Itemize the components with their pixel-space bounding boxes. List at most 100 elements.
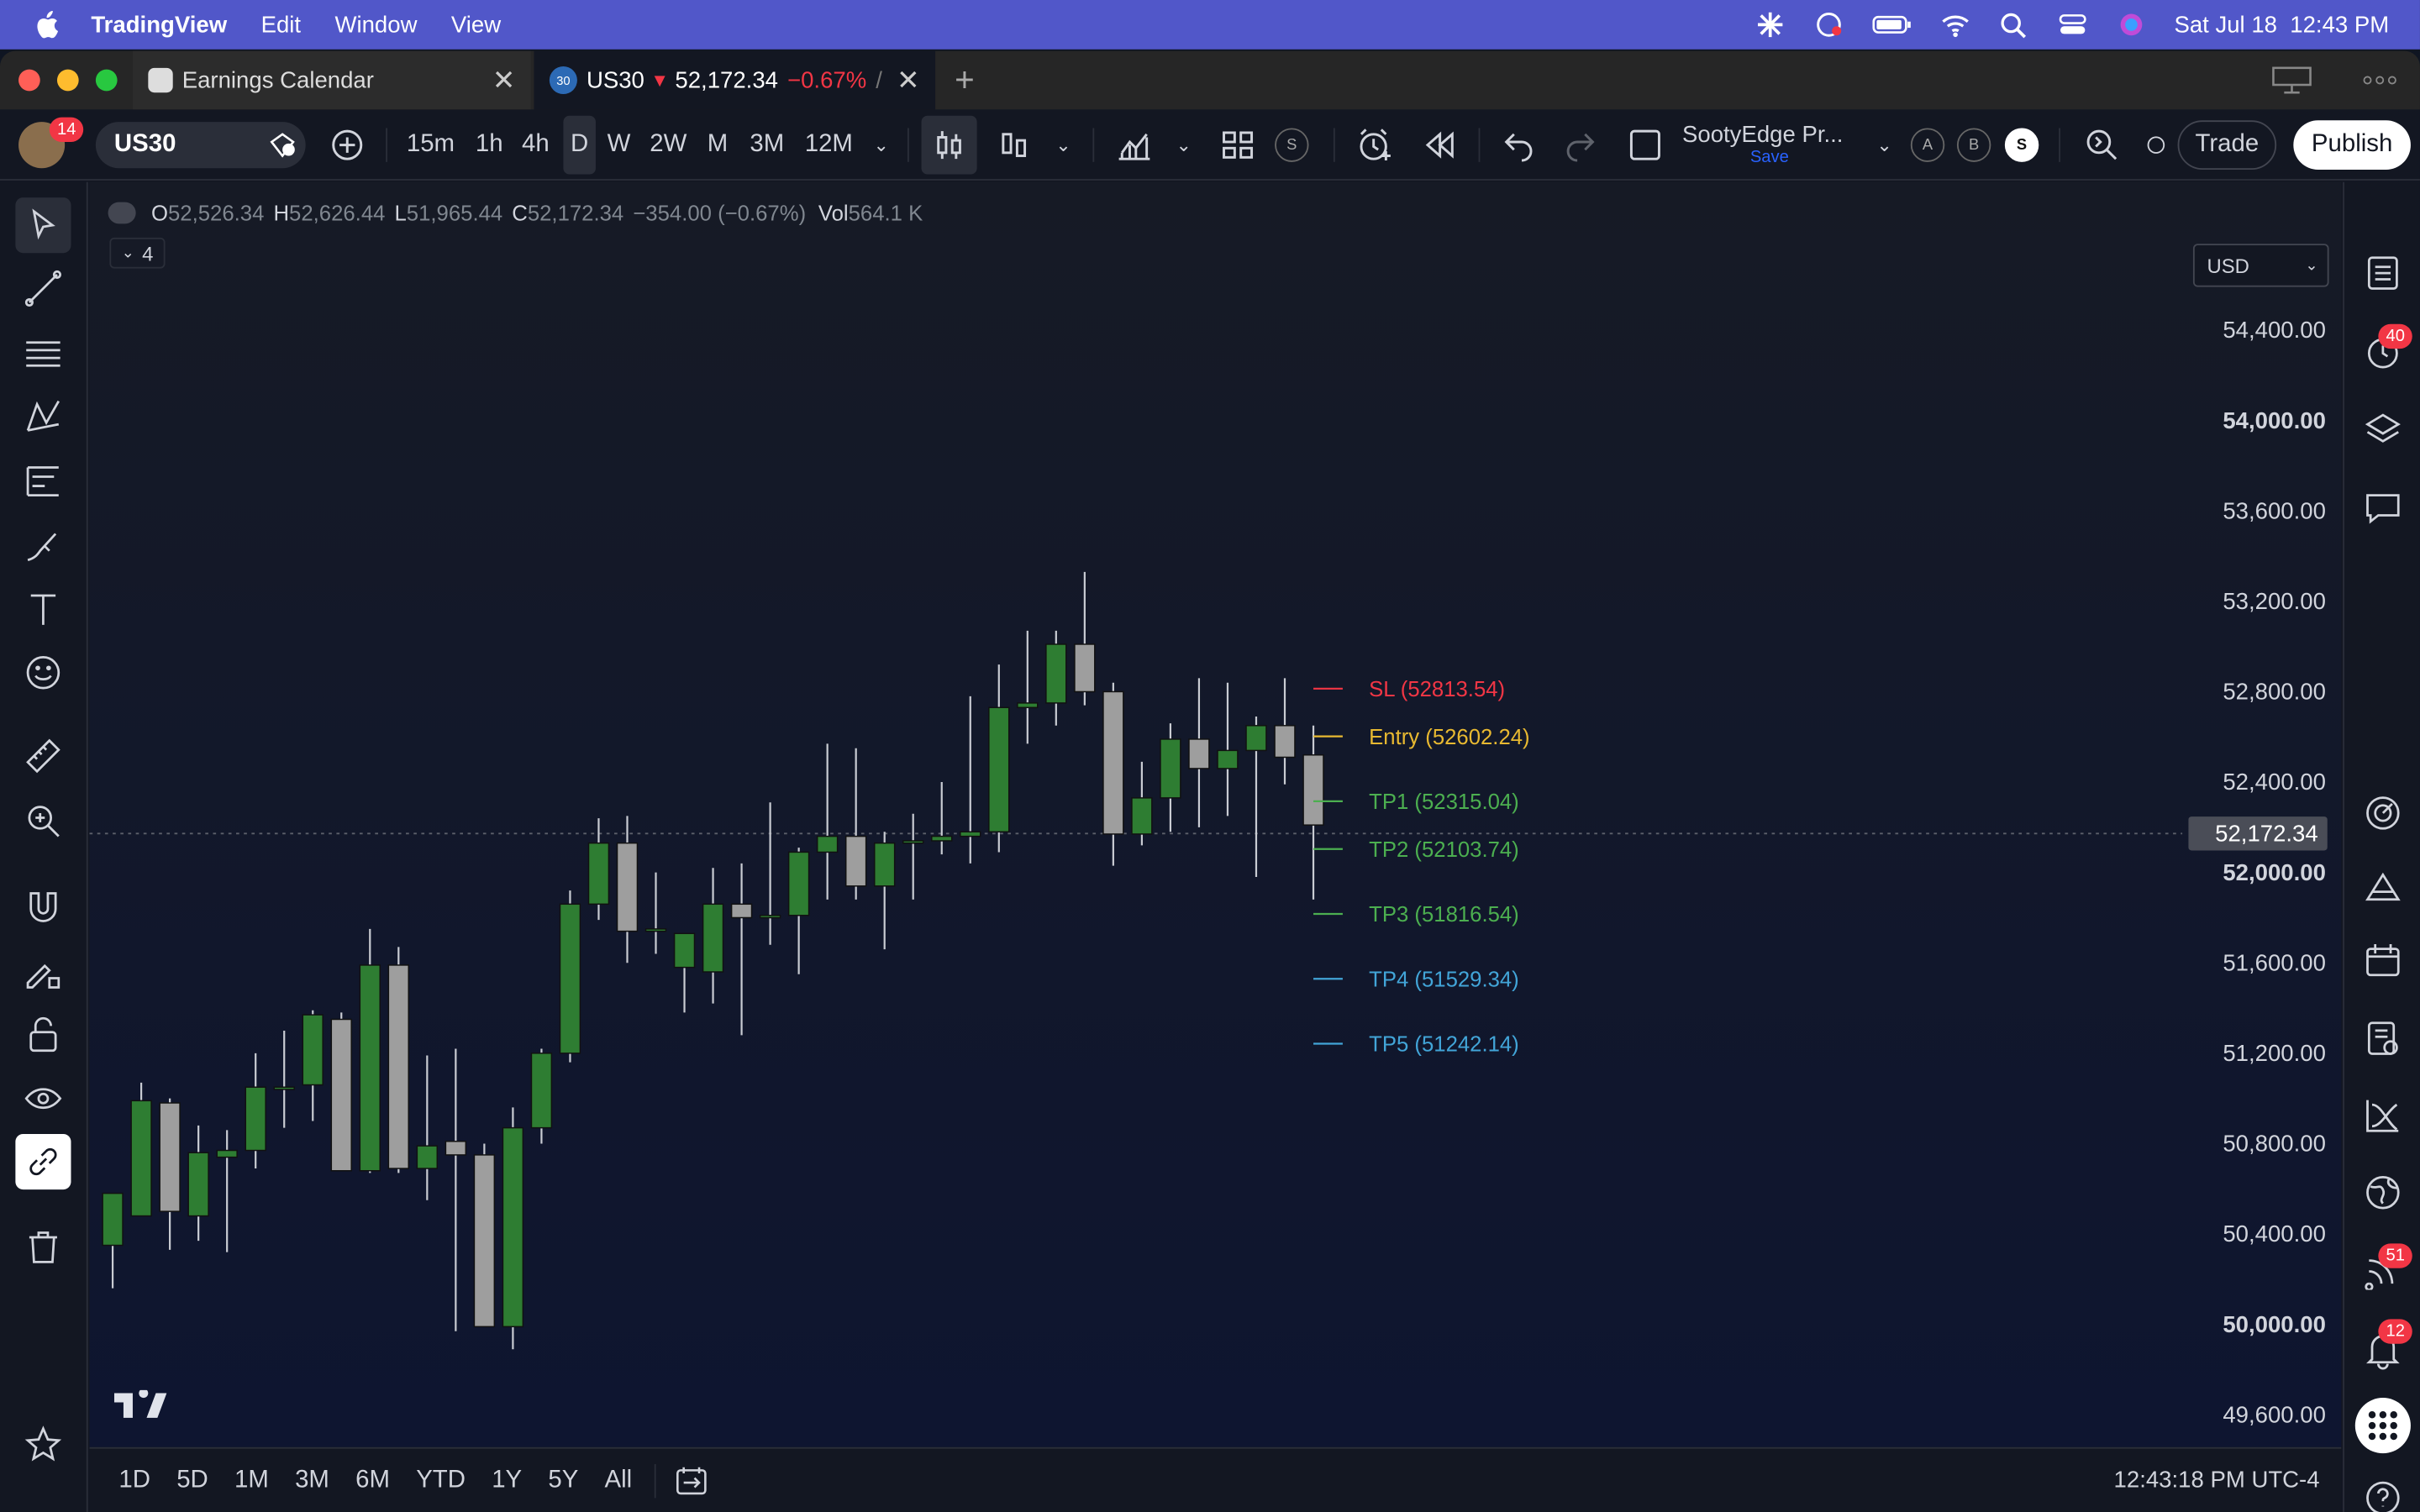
- wifi-icon[interactable]: [1939, 11, 1970, 39]
- more-options-icon[interactable]: [2361, 66, 2398, 94]
- range-1y[interactable]: 1Y: [492, 1467, 522, 1494]
- range-1d[interactable]: 1D: [118, 1467, 150, 1494]
- undo-button[interactable]: [1497, 109, 1540, 180]
- redo-button[interactable]: [1559, 109, 1602, 180]
- interval-w[interactable]: W: [602, 109, 635, 180]
- object-tree-button[interactable]: [2360, 406, 2406, 452]
- candles-chart-type-button[interactable]: [921, 115, 977, 175]
- interval-2w[interactable]: 2W: [645, 109, 692, 180]
- close-tab-icon[interactable]: ✕: [897, 64, 920, 97]
- dock-panel-icon[interactable]: [2272, 66, 2312, 94]
- lock-tool[interactable]: [15, 1007, 71, 1063]
- globe-button[interactable]: [2360, 1169, 2406, 1215]
- trendline-tool[interactable]: [15, 260, 71, 316]
- interval-3m[interactable]: 3M: [744, 109, 790, 180]
- chat-button[interactable]: [2360, 485, 2406, 531]
- watchlist-button[interactable]: [2360, 250, 2406, 297]
- interval-15m[interactable]: 15m: [404, 109, 456, 180]
- legend-collapse-icon[interactable]: [108, 202, 136, 224]
- search-icon[interactable]: [1998, 11, 2029, 39]
- range-5d[interactable]: 5D: [176, 1467, 208, 1494]
- emoji-tool[interactable]: [15, 645, 71, 701]
- new-tab-button[interactable]: +: [944, 51, 985, 110]
- range-ytd[interactable]: YTD: [416, 1467, 466, 1494]
- ideas-button[interactable]: [2360, 864, 2406, 911]
- apps-grid-button[interactable]: [2354, 1398, 2411, 1454]
- add-symbol-button[interactable]: [327, 109, 367, 180]
- quick-search-button[interactable]: [2081, 109, 2123, 180]
- fib-tool[interactable]: [15, 326, 71, 381]
- indicators-toggle[interactable]: ⌄ 4: [109, 237, 166, 269]
- sparkle-status-icon[interactable]: [1754, 11, 1786, 39]
- price-chart[interactable]: SL (52813.54) Entry (52602.24) TP1 (52315.…: [89, 182, 2342, 1447]
- goto-date-icon[interactable]: [674, 1463, 708, 1497]
- interval-dropdown-chevron-icon[interactable]: ⌄: [867, 109, 895, 180]
- brush-tool[interactable]: [15, 518, 71, 574]
- hide-tool[interactable]: [15, 1071, 71, 1126]
- interval-4h[interactable]: 4h: [515, 109, 555, 180]
- chart-clock[interactable]: 12:43:18 PM UTC-4: [2114, 1467, 2320, 1494]
- cursor-tool[interactable]: [15, 197, 71, 254]
- trade-button[interactable]: Trade: [2177, 120, 2277, 171]
- close-window-button[interactable]: [18, 69, 40, 92]
- menu-app-name[interactable]: TradingView: [91, 12, 227, 38]
- screen-record-icon[interactable]: [1813, 11, 1844, 39]
- magnet-tool[interactable]: [15, 879, 71, 935]
- symbol-search-input[interactable]: US30: [95, 122, 306, 169]
- interval-1h[interactable]: 1h: [469, 109, 509, 180]
- interval-d-active[interactable]: D: [563, 115, 596, 175]
- menu-window[interactable]: Window: [334, 12, 417, 38]
- partial-icon-button[interactable]: [2145, 109, 2167, 180]
- tab-us30[interactable]: 30 US30 ▼ 52,172.34 −0.67% / ✕: [534, 50, 936, 110]
- link-tool[interactable]: [15, 1133, 71, 1190]
- control-center-icon[interactable]: [2057, 11, 2088, 39]
- indicators-button[interactable]: [1111, 109, 1157, 180]
- range-3m[interactable]: 3M: [295, 1467, 329, 1494]
- favorites-tool[interactable]: [15, 1416, 71, 1472]
- menu-view[interactable]: View: [451, 12, 501, 38]
- currency-select[interactable]: USD ⌄: [2192, 244, 2329, 287]
- help-button[interactable]: [2360, 1475, 2406, 1512]
- compare-symbol-icon[interactable]: [269, 131, 297, 159]
- bars-chart-type-button[interactable]: [991, 109, 1037, 180]
- range-1m[interactable]: 1M: [234, 1467, 269, 1494]
- chart-pane[interactable]: SL (52813.54) Entry (52602.24) TP1 (52315.…: [89, 181, 2342, 1483]
- alert-add-button[interactable]: [1352, 109, 1398, 180]
- zoom-window-button[interactable]: [95, 69, 118, 92]
- interval-m[interactable]: M: [701, 109, 734, 180]
- crossing-button[interactable]: [2360, 1092, 2406, 1138]
- text-tool[interactable]: [15, 581, 71, 637]
- layout-a-button[interactable]: A: [1910, 128, 1945, 162]
- s-script-button[interactable]: S: [1275, 128, 1309, 162]
- calendar-button[interactable]: [2360, 938, 2406, 984]
- pattern-tool[interactable]: [15, 389, 71, 444]
- chart-type-chevron-icon[interactable]: ⌄: [1050, 109, 1077, 180]
- layout-b-button[interactable]: B: [1956, 128, 1991, 162]
- layout-s-button[interactable]: S: [2004, 128, 2039, 162]
- range-5y[interactable]: 5Y: [548, 1467, 578, 1494]
- tab-earnings-calendar[interactable]: Earnings Calendar ✕: [132, 50, 531, 110]
- layouts-grid-button[interactable]: [1216, 109, 1259, 180]
- replay-button[interactable]: [1417, 109, 1463, 180]
- ruler-tool[interactable]: [15, 728, 71, 784]
- range-6m[interactable]: 6M: [355, 1467, 390, 1494]
- publish-button[interactable]: Publish: [2293, 120, 2411, 171]
- layout-name-button[interactable]: SootyEdge Pr... Save: [1682, 109, 1870, 180]
- stay-in-drawing-tool[interactable]: [15, 944, 71, 1000]
- siri-icon[interactable]: [2116, 11, 2147, 39]
- fullscreen-box-button[interactable]: [1623, 109, 1666, 180]
- menu-edit[interactable]: Edit: [261, 12, 301, 38]
- interval-12m[interactable]: 12M: [799, 109, 858, 180]
- minimize-window-button[interactable]: [56, 69, 79, 92]
- zoom-tool[interactable]: [15, 793, 71, 848]
- range-all[interactable]: All: [605, 1467, 633, 1494]
- remove-drawings-tool[interactable]: [15, 1219, 71, 1274]
- battery-icon[interactable]: [1871, 11, 1912, 39]
- tradingview-logo[interactable]: [113, 1389, 167, 1421]
- layout-chevron-icon[interactable]: ⌄: [1870, 109, 1898, 180]
- news-button[interactable]: [2360, 1016, 2406, 1062]
- target-button[interactable]: [2360, 790, 2406, 836]
- forecast-tool[interactable]: [15, 454, 71, 509]
- menubar-datetime[interactable]: Sat Jul 18 12:43 PM: [2174, 12, 2389, 38]
- apple-icon[interactable]: [34, 10, 59, 39]
